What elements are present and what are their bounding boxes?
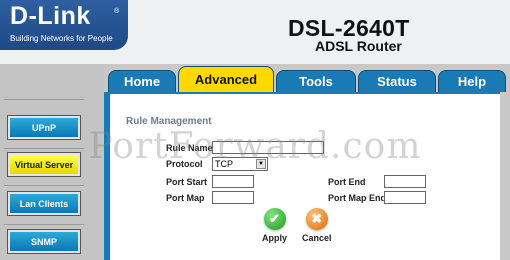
- header: D-Link ® Building Networks for People DS…: [0, 0, 510, 64]
- tab-status[interactable]: Status: [358, 70, 436, 92]
- port-end-label: Port End: [328, 177, 366, 187]
- sidebar-item-upnp[interactable]: UPnP: [7, 115, 81, 140]
- port-map-label: Port Map: [166, 193, 205, 203]
- dropdown-arrow-icon: ▼: [256, 159, 266, 169]
- sidebar-item-snmp[interactable]: SNMP: [7, 229, 81, 254]
- apply-label: Apply: [262, 233, 288, 243]
- cancel-x-icon: ✖: [305, 208, 328, 230]
- rule-name-label: Rule Name: [166, 143, 213, 153]
- checkmark-icon: ✔: [263, 208, 286, 230]
- tab-help[interactable]: Help: [438, 70, 506, 92]
- tab-home[interactable]: Home: [108, 70, 176, 92]
- protocol-label: Protocol: [166, 159, 203, 169]
- dlink-logo: D-Link ® Building Networks for People: [0, 0, 128, 50]
- sidebar-divider: [4, 99, 84, 100]
- protocol-value: TCP: [215, 159, 233, 169]
- logo-text: D-Link: [10, 2, 91, 30]
- rule-name-input[interactable]: [212, 141, 324, 154]
- port-map-end-input[interactable]: [384, 191, 426, 204]
- tab-tools[interactable]: Tools: [276, 70, 356, 92]
- port-end-input[interactable]: [384, 175, 426, 188]
- port-start-input[interactable]: [212, 175, 254, 188]
- cancel-button[interactable]: ✖ Cancel: [302, 208, 332, 243]
- protocol-select[interactable]: TCP ▼: [212, 157, 268, 171]
- sidebar-item-virtual-server[interactable]: Virtual Server: [7, 152, 81, 177]
- sidebar-divider: [4, 185, 84, 186]
- product-name: ADSL Router: [315, 38, 402, 54]
- sidebar: UPnP Virtual Server Lan Clients SNMP: [0, 64, 104, 260]
- port-map-end-label: Port Map End: [328, 193, 386, 203]
- logo-registered-mark: ®: [114, 8, 120, 15]
- apply-button[interactable]: ✔ Apply: [262, 208, 287, 243]
- port-map-input[interactable]: [212, 191, 254, 204]
- tab-bar: Home Advanced Tools Status Help: [104, 66, 510, 92]
- main-panel: Rule Management Rule Name Protocol TCP ▼…: [104, 92, 500, 260]
- cancel-label: Cancel: [302, 233, 332, 243]
- sidebar-divider: [4, 148, 84, 149]
- sidebar-item-lan-clients[interactable]: Lan Clients: [7, 191, 81, 216]
- port-start-label: Port Start: [166, 177, 208, 187]
- tab-advanced[interactable]: Advanced: [178, 66, 274, 92]
- section-title: Rule Management: [126, 116, 212, 127]
- sidebar-divider: [4, 224, 84, 225]
- logo-tagline: Building Networks for People: [10, 34, 113, 43]
